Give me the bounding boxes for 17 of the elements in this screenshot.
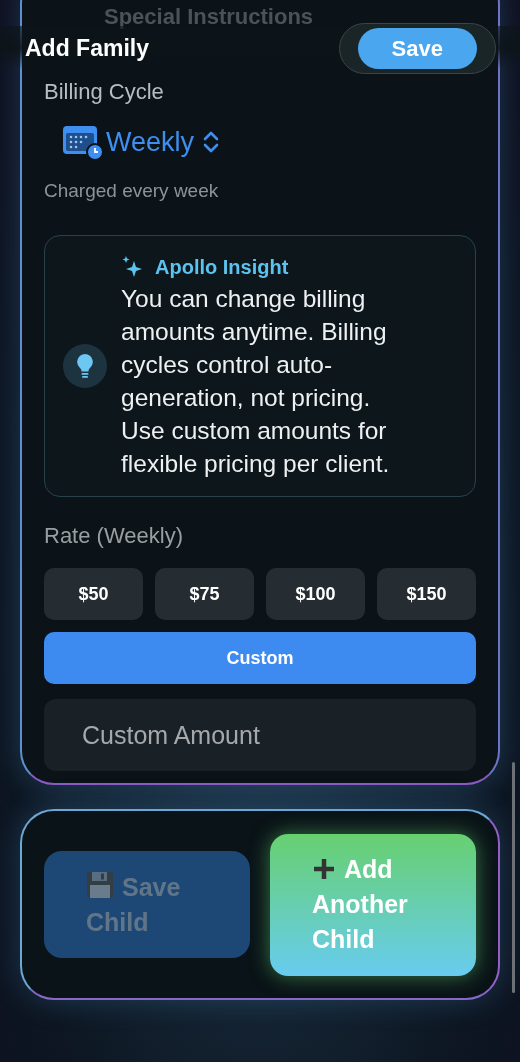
field-label: Billing Cycle (44, 78, 165, 106)
rate-option[interactable]: $100 (266, 568, 365, 620)
field-label: Rate (Weekly) (44, 522, 184, 550)
plus-icon (312, 857, 336, 881)
amount-field[interactable]: Custom Amount (44, 699, 476, 771)
rate-option[interactable]: $75 (155, 568, 254, 620)
bulb-icon (63, 344, 107, 388)
screen-title: Add Family (25, 34, 149, 62)
custom-rate-button[interactable]: Custom (44, 632, 476, 684)
cycle-description: Charged every week (44, 178, 220, 203)
insight-text: You can change billing amounts anytime. Billing cycles control auto-generation, not pricing. Use custom amounts for flexible pricing per client. (121, 284, 391, 479)
rate-option[interactable]: $50 (44, 568, 143, 620)
section-heading: Special Instructions (104, 5, 314, 29)
cycle-picker[interactable]: Weekly (62, 122, 221, 163)
calendar-clock-icon (62, 123, 104, 162)
insight-title: Apollo Insight (155, 255, 289, 280)
rate-option[interactable]: $150 (377, 568, 476, 620)
